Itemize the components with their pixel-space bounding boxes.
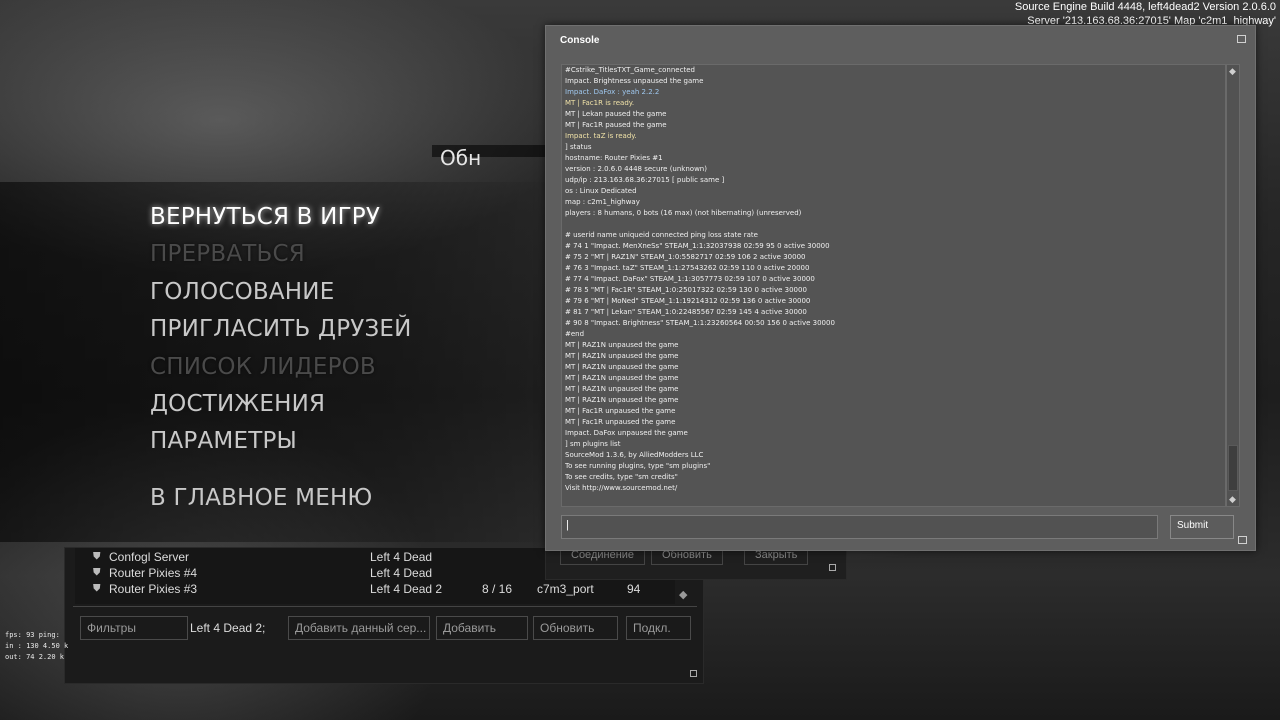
console-log-line: MT | RAZ1N unpaused the game <box>565 396 679 404</box>
build-version-line: Source Engine Build 4448, left4dead2 Ver… <box>1014 1 1276 13</box>
submit-button[interactable]: Submit <box>1170 515 1234 539</box>
console-log-line: # userid name uniqueid connected ping lo… <box>565 231 758 239</box>
resize-icon[interactable] <box>1238 536 1247 544</box>
console-log-line: MT | Lekan paused the game <box>565 110 667 118</box>
console-window: Console #Cstrike_TitlesTXT_Game_connecte… <box>545 25 1256 551</box>
console-log-line: MT | Fac1R paused the game <box>565 121 667 129</box>
resize-icon[interactable] <box>690 670 697 677</box>
server-game: Left 4 Dead <box>370 566 433 580</box>
menu-invite-friends[interactable]: ПРИГЛАСИТЬ ДРУЗЕЙ <box>150 316 412 342</box>
console-log-line: # 74 1 "Impact. MenXneSs" STEAM_1:1:3203… <box>565 242 830 250</box>
console-log-line: players : 8 humans, 0 bots (16 max) (not… <box>565 209 802 217</box>
server-ping: 94 <box>627 582 641 596</box>
console-log-line: MT | RAZ1N unpaused the game <box>565 374 679 382</box>
console-log-line: #end <box>565 330 585 338</box>
console-log-line: MT | RAZ1N unpaused the game <box>565 352 679 360</box>
add-server-button[interactable]: Добавить <box>436 616 528 640</box>
console-log-line: Impact. Brightness unpaused the game <box>565 77 704 85</box>
connect-button[interactable]: Подкл. <box>626 616 691 640</box>
console-log-line: ] sm plugins list <box>565 440 621 448</box>
netgraph-in: in : 130 4.50 k <box>5 642 69 650</box>
scrollbar-thumb[interactable] <box>1228 445 1238 491</box>
console-log-line: To see credits, type "sm credits" <box>565 473 678 481</box>
console-log-line: # 75 2 "MT | RAZ1N" STEAM_1:0:5582717 02… <box>565 253 806 261</box>
shield-icon: ⛊ <box>93 551 101 562</box>
console-log-line: hostname: Router Pixies #1 <box>565 154 663 162</box>
console-log-line: MT | RAZ1N unpaused the game <box>565 341 679 349</box>
console-log-line: MT | RAZ1N unpaused the game <box>565 363 679 371</box>
divider <box>73 606 697 607</box>
server-name: Router Pixies #4 <box>109 566 198 580</box>
console-log-line: ] status <box>565 143 592 151</box>
netgraph-out: out: 74 2.20 k <box>5 653 65 661</box>
console-log-line: map : c2m1_highway <box>565 198 640 206</box>
server-row[interactable]: ⛊ Router Pixies #3 Left 4 Dead 2 8 / 16 … <box>75 582 675 598</box>
console-input[interactable]: | <box>561 515 1158 539</box>
menu-pause[interactable]: ПРЕРВАТЬСЯ <box>150 241 305 267</box>
server-name: Confogl Server <box>109 550 190 564</box>
menu-options[interactable]: ПАРАМЕТРЫ <box>150 428 297 454</box>
filter-value: Left 4 Dead 2; <box>190 621 266 635</box>
menu-leaderboards[interactable]: СПИСОК ЛИДЕРОВ <box>150 354 376 380</box>
console-log-line: Impact. taZ is ready. <box>565 132 637 140</box>
console-log-line: # 76 3 "Impact. taZ" STEAM_1:1:27543262 … <box>565 264 810 272</box>
add-current-server-button[interactable]: Добавить данный сер... <box>288 616 430 640</box>
resize-icon[interactable] <box>829 564 836 571</box>
console-log-line: # 78 5 "MT | Fac1R" STEAM_1:0:25017322 0… <box>565 286 807 294</box>
console-log-line: MT | RAZ1N unpaused the game <box>565 385 679 393</box>
filters-button[interactable]: Фильтры <box>80 616 188 640</box>
console-log-line: # 79 6 "MT | MoNed" STEAM_1:1:19214312 0… <box>565 297 811 305</box>
net-graph: fps: 93 ping: in : 130 4.50 k out: 74 2.… <box>5 630 68 663</box>
console-log-line: SourceMod 1.3.6, by AlliedModders LLC <box>565 451 704 459</box>
menu-main-menu[interactable]: В ГЛАВНОЕ МЕНЮ <box>150 485 372 511</box>
console-log-line: #Cstrike_TitlesTXT_Game_connected <box>565 66 695 74</box>
shield-icon: ⛊ <box>93 567 101 578</box>
maximize-icon[interactable] <box>1237 35 1246 43</box>
refresh-button[interactable]: Обновить <box>533 616 618 640</box>
console-log-line: # 81 7 "MT | Lekan" STEAM_1:0:22485567 0… <box>565 308 807 316</box>
menu-resume-game[interactable]: ВЕРНУТЬСЯ В ИГРУ <box>150 204 380 230</box>
console-log-line: To see running plugins, type "sm plugins… <box>565 462 711 470</box>
console-output: #Cstrike_TitlesTXT_Game_connected Impact.… <box>561 64 1226 507</box>
server-name: Router Pixies #3 <box>109 582 198 596</box>
netgraph-fps: fps: 93 ping: <box>5 631 60 639</box>
console-log-line <box>565 219 1222 230</box>
console-log-line: Visit http://www.sourcemod.net/ <box>565 484 678 492</box>
background-partial-text: Обн <box>440 146 482 170</box>
console-log-line: Impact. DaFox : yeah 2.2.2 <box>565 88 660 96</box>
console-log-line: version : 2.0.6.0 4448 secure (unknown) <box>565 165 707 173</box>
console-log-line: Impact. DaFox unpaused the game <box>565 429 688 437</box>
console-log-line: # 90 8 "Impact. Brightness" STEAM_1:1:23… <box>565 319 835 327</box>
console-scrollbar[interactable]: ◆ ◆ <box>1226 64 1240 507</box>
console-title: Console <box>560 35 600 46</box>
console-log-line: # 77 4 "Impact. DaFox" STEAM_1:1:3057773… <box>565 275 815 283</box>
console-log-line: udp/ip : 213.163.68.36:27015 [ public sa… <box>565 176 725 184</box>
server-game: Left 4 Dead 2 <box>370 582 443 596</box>
shield-icon: ⛊ <box>93 583 101 594</box>
console-log-line: MT | Fac1R is ready. <box>565 99 635 107</box>
build-info: Source Engine Build 4448, left4dead2 Ver… <box>1015 0 1276 28</box>
server-players: 8 / 16 <box>482 582 513 596</box>
console-log-line: os : Linux Dedicated <box>565 187 637 195</box>
console-log-line: MT | Fac1R unpaused the game <box>565 407 676 415</box>
server-map: c7m3_port <box>537 582 594 596</box>
scroll-down-icon[interactable]: ◆ <box>679 588 687 601</box>
menu-achievements[interactable]: ДОСТИЖЕНИЯ <box>150 391 325 417</box>
menu-vote[interactable]: ГОЛОСОВАНИЕ <box>150 279 334 305</box>
scroll-down-icon[interactable]: ◆ <box>1229 495 1236 505</box>
server-game: Left 4 Dead <box>370 550 433 564</box>
console-log-line: MT | Fac1R unpaused the game <box>565 418 676 426</box>
scroll-up-icon[interactable]: ◆ <box>1229 67 1236 77</box>
